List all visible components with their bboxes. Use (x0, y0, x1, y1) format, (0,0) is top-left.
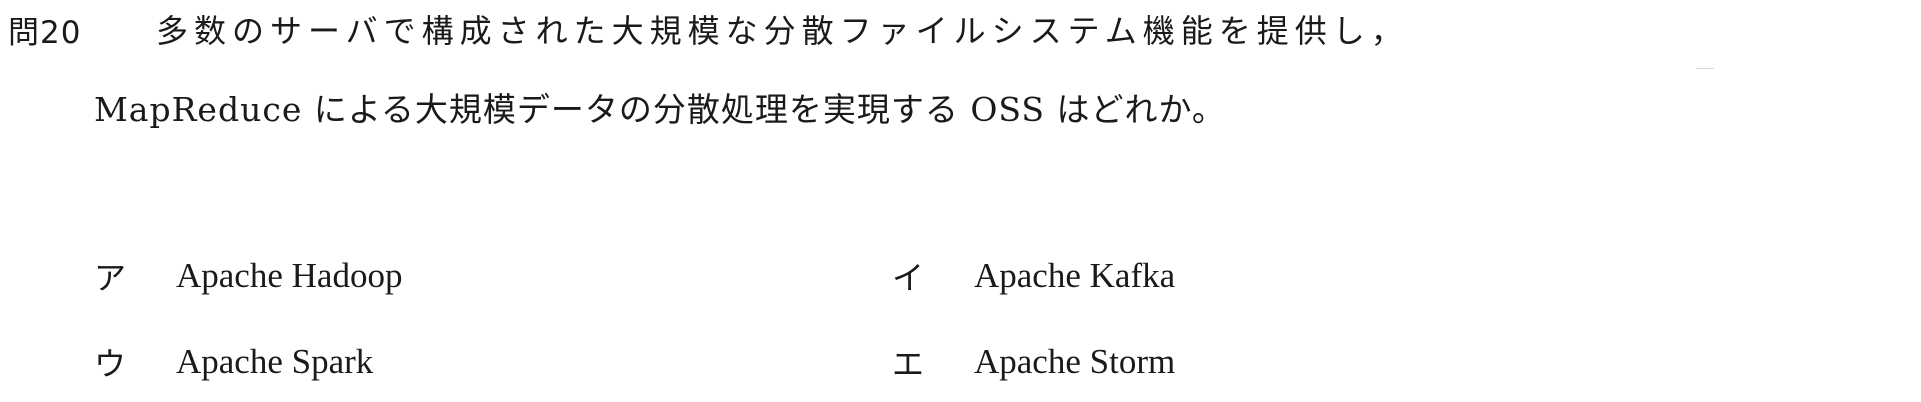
answer-choice-u[interactable]: ウ Apache Spark (94, 339, 373, 385)
question-first-line: 問20 多数のサーバで構成された大規模な分散ファイルシステム機能を提供し， (8, 4, 1409, 54)
choice-text: Apache Spark (176, 342, 374, 381)
choice-text: Apache Kafka (974, 256, 1176, 295)
answer-choice-e[interactable]: エ Apache Storm (892, 339, 1175, 385)
scan-mark (1696, 68, 1714, 69)
answer-choice-i[interactable]: イ Apache Kafka (892, 253, 1175, 299)
choice-marker: ア (94, 259, 127, 297)
choice-text: Apache Storm (974, 342, 1176, 381)
question-text-line-2: MapReduce による大規模データの分散処理を実現する OSS はどれか。 (94, 90, 1226, 129)
question-text-line-1: 多数のサーバで構成された大規模な分散ファイルシステム機能を提供し， (156, 12, 1409, 50)
answer-choice-a[interactable]: ア Apache Hadoop (94, 253, 402, 299)
exam-question: 問20 多数のサーバで構成された大規模な分散ファイルシステム機能を提供し， Ma… (0, 0, 1921, 402)
choice-marker: ウ (94, 345, 127, 383)
choice-marker: イ (892, 259, 925, 297)
choice-marker: エ (892, 345, 925, 383)
choice-text: Apache Hadoop (176, 256, 403, 295)
question-number: 問20 (8, 14, 82, 51)
